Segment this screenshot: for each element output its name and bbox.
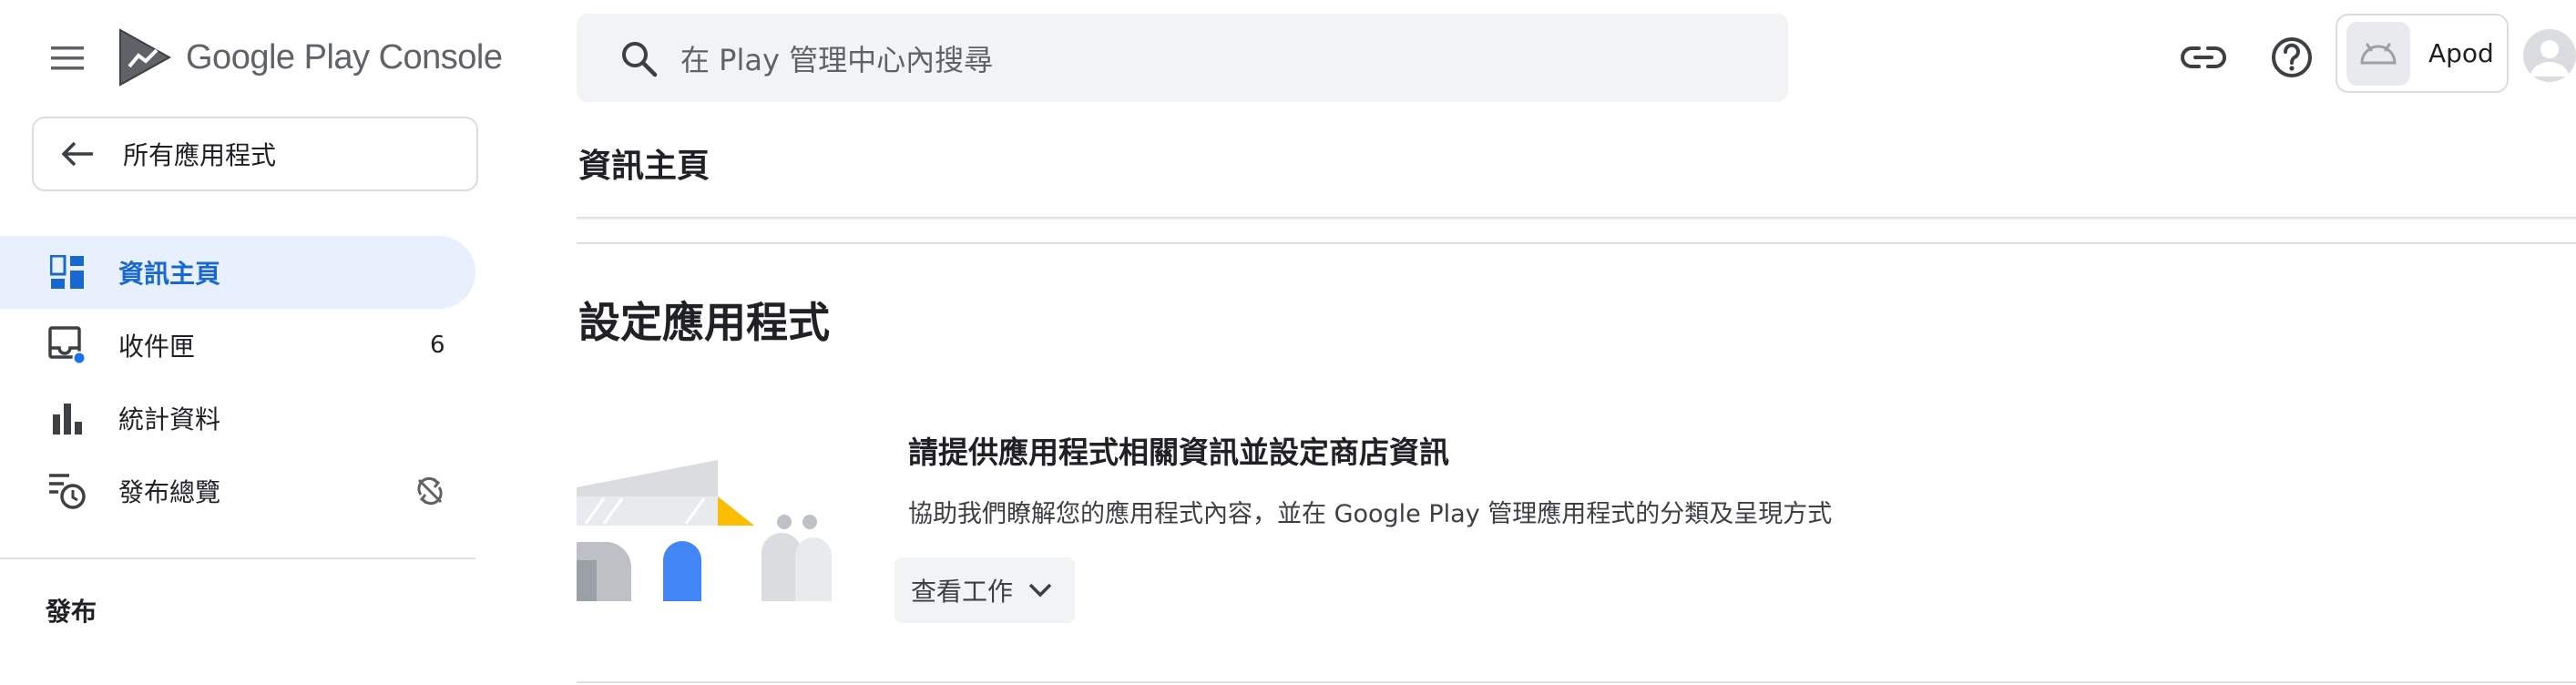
arrow-back-icon	[54, 130, 101, 178]
app-name: Apod	[2428, 38, 2494, 68]
sync-disabled-icon	[412, 473, 448, 509]
help-circle-icon	[2272, 37, 2312, 77]
chevron-down-icon	[1026, 576, 1055, 605]
sidebar-item-publishing-overview[interactable]: 發布總覽	[0, 455, 475, 527]
view-tasks-label: 查看工作	[911, 577, 1014, 607]
sidebar-item-label: 統計資料	[118, 404, 221, 435]
inbox-count-badge: 6	[430, 332, 445, 359]
main-divider	[577, 242, 2576, 244]
sidebar-item-dashboard[interactable]: 資訊主頁	[0, 236, 475, 309]
sidebar-item-inbox[interactable]: 收件匣 6	[0, 309, 475, 382]
all-apps-label: 所有應用程式	[123, 140, 277, 170]
account-avatar-icon[interactable]	[2523, 29, 2576, 82]
inbox-icon	[47, 325, 87, 365]
help-button[interactable]	[2262, 27, 2322, 87]
page-title: 資訊主頁	[578, 148, 710, 185]
logo-google-play: Google Play	[186, 37, 370, 77]
logo-text: Google Play Console	[186, 38, 503, 77]
dashboard-icon	[47, 252, 87, 292]
sidebar-item-label: 發布總覽	[118, 477, 221, 507]
sidebar-section-release: 發布	[46, 597, 97, 627]
search-icon	[613, 33, 664, 84]
card-description: 協助我們瞭解您的應用程式內容，並在 Google Play 管理應用程式的分類及…	[908, 500, 1833, 528]
setup-illustration	[577, 451, 854, 601]
main-menu-button[interactable]	[40, 35, 95, 82]
card-title: 請提供應用程式相關資訊並設定商店資訊	[908, 435, 1449, 470]
logo-console: Console	[378, 37, 503, 77]
title-bar-shadow	[577, 217, 2576, 220]
setup-app-heading: 設定應用程式	[578, 298, 830, 347]
bar-chart-icon	[47, 398, 87, 438]
view-tasks-button[interactable]: 查看工作	[894, 557, 1075, 623]
copy-link-button[interactable]	[2173, 27, 2234, 87]
sidebar-item-statistics[interactable]: 統計資料	[0, 382, 475, 455]
app-selector[interactable]: Apod	[2336, 14, 2509, 93]
sidebar-divider	[0, 557, 475, 559]
search-bar[interactable]: 在 Play 管理中心內搜尋	[577, 14, 1788, 102]
google-play-console-logo[interactable]: Google Play Console	[117, 26, 503, 89]
sidebar-item-label: 資訊主頁	[118, 259, 221, 289]
bottom-divider	[577, 681, 2576, 683]
publishing-overview-icon	[47, 471, 87, 511]
search-input[interactable]: 在 Play 管理中心內搜尋	[680, 37, 993, 79]
play-console-logo-icon	[119, 28, 172, 87]
link-icon	[2181, 46, 2226, 68]
all-apps-back-button[interactable]: 所有應用程式	[32, 117, 478, 191]
android-icon	[2346, 21, 2410, 86]
sidebar-item-label: 收件匣	[118, 332, 196, 362]
hamburger-menu-icon	[51, 46, 84, 70]
